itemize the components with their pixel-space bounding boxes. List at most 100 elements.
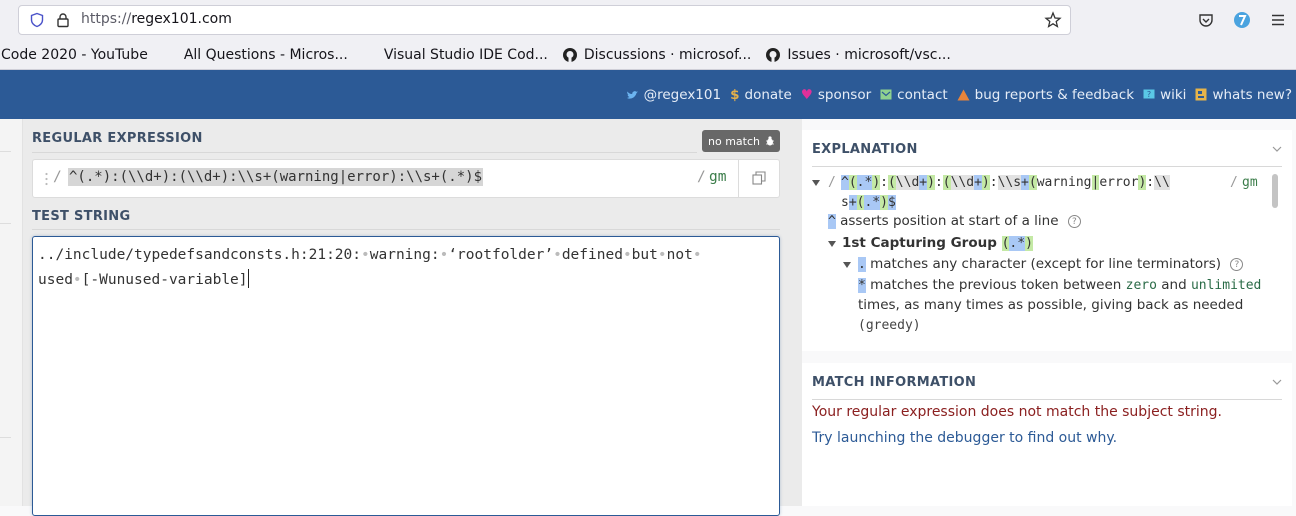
copy-regex-button[interactable] [738, 160, 779, 197]
whitespace-marker: • [72, 272, 82, 288]
left-sidebar [0, 119, 23, 506]
collapse-triangle-icon[interactable] [812, 180, 820, 186]
site-header: @regex101 $ donate ♥ sponsor contact bug… [0, 70, 1296, 119]
divider [32, 229, 780, 230]
lock-icon[interactable] [55, 12, 71, 28]
test-string-token: warning: [369, 247, 440, 263]
regex-close-delimiter: / [697, 169, 706, 185]
bookmark-item[interactable]: All Questions - Micros... [162, 47, 348, 63]
bookmark-label: Code 2020 - YouTube [1, 46, 148, 63]
help-box-icon: ? [1143, 89, 1155, 99]
panel-gap [790, 119, 802, 506]
browser-toolbar: https://regex101.com [0, 0, 1296, 40]
match-information-panel: MATCH INFORMATION Your regular expressio… [802, 363, 1292, 506]
debugger-link[interactable]: Try launching the debugger to find out w… [812, 430, 1117, 446]
microsoft-logo-icon [362, 47, 378, 63]
collapse-triangle-icon[interactable] [828, 241, 836, 247]
explanation-scrollbar[interactable] [1272, 174, 1278, 208]
whitespace-marker: • [622, 247, 632, 263]
explanation-text: times, as many times as possible, giving… [858, 297, 1244, 313]
explanation-text: matches any character (except for line t… [870, 256, 1222, 272]
explanation-item-dot: . matches any character (except for line… [858, 256, 1244, 272]
heart-icon: ♥ [800, 86, 813, 103]
sidebar-divider [0, 151, 11, 152]
explanation-open-delimiter: / [828, 175, 836, 190]
help-circle-icon[interactable]: ? [1230, 258, 1244, 271]
chevron-down-icon[interactable] [1272, 377, 1282, 387]
test-string-token: but [631, 247, 658, 263]
divider [812, 399, 1282, 400]
pocket-icon[interactable] [1197, 11, 1215, 29]
twitter-icon [626, 90, 638, 99]
nav-wiki[interactable]: ? wiki [1143, 87, 1186, 103]
test-string-token: used [38, 272, 73, 288]
whitespace-marker: • [657, 247, 667, 263]
explanation-regex-line2: s+(.*)$ [841, 195, 896, 210]
svg-text:?: ? [1147, 90, 1151, 99]
chevron-down-icon[interactable] [1272, 144, 1282, 154]
url-text[interactable]: https://regex101.com [81, 11, 232, 27]
match-info-title: MATCH INFORMATION [812, 375, 977, 390]
microsoft-logo-icon [162, 47, 178, 63]
collapse-triangle-icon[interactable] [843, 262, 851, 268]
sidebar-divider [0, 223, 11, 224]
test-string-input[interactable]: ../include/typedefsandconsts.h:21:20: • wa… [32, 236, 780, 516]
bookmark-item[interactable]: Issues · microsoft/vsc... [765, 47, 951, 63]
test-string-token: ../include/typedefsandconsts.h:21:20: [38, 247, 362, 263]
news-icon [1195, 88, 1207, 101]
url-scheme: https:// [81, 11, 132, 27]
test-string-token: [-Wunused-variable] [81, 272, 248, 288]
drag-handle-icon[interactable] [45, 172, 48, 186]
mail-icon [880, 89, 892, 100]
match-status-badge: no match [702, 130, 780, 152]
extension-icon[interactable] [1233, 11, 1251, 29]
github-icon [766, 47, 781, 62]
regex-input[interactable]: / ^(.*):(\\d+):(\\d+):\\s+(warning|error… [32, 159, 780, 198]
url-bar[interactable]: https://regex101.com [18, 5, 1071, 35]
whitespace-marker: • [553, 247, 562, 263]
help-circle-icon[interactable]: ? [1067, 215, 1081, 228]
keyword-unlimited: unlimited [1190, 278, 1262, 293]
github-icon [562, 47, 577, 62]
regex-open-delimiter: / [53, 169, 62, 185]
bookmark-item[interactable]: Visual Studio IDE Cod... [362, 47, 548, 63]
nav-contact[interactable]: contact [880, 87, 948, 103]
token-star: * [858, 278, 866, 293]
bookmark-star-icon[interactable] [1044, 11, 1062, 29]
bookmark-label: All Questions - Micros... [183, 46, 348, 63]
nav-label: bug reports & feedback [974, 86, 1135, 103]
bookmark-item[interactable]: Code 2020 - YouTube [1, 47, 148, 63]
explanation-regex-line1: ^(.*):(\\d+):(\\d+):\\s+(warning|error):… [841, 175, 1170, 190]
nav-label: contact [897, 86, 948, 103]
nav-label: whats new? [1212, 86, 1292, 103]
nav-twitter[interactable]: @regex101 [626, 87, 721, 103]
nav-whats-new[interactable]: whats new? [1195, 87, 1292, 103]
regex-section-label: REGULAR EXPRESSION [32, 131, 203, 146]
bookmark-label: Visual Studio IDE Cod... [383, 46, 548, 63]
hamburger-menu-icon[interactable] [1269, 11, 1287, 29]
tracking-protection-shield-icon[interactable] [29, 12, 45, 28]
nav-donate[interactable]: $ donate [730, 87, 792, 103]
nav-sponsor[interactable]: ♥ sponsor [801, 87, 871, 103]
explanation-text: and [1161, 277, 1187, 293]
nav-label: sponsor [817, 86, 872, 103]
dollar-icon: $ [730, 86, 740, 103]
keyword-zero: zero [1125, 278, 1157, 293]
test-string-token: not [666, 247, 693, 263]
test-string-text[interactable]: ../include/typedefsandconsts.h:21:20: • wa… [38, 243, 753, 293]
regex-flags[interactable]: gm [709, 169, 726, 185]
divider [812, 166, 1282, 167]
nav-label: @regex101 [643, 86, 722, 103]
nav-label: donate [744, 86, 792, 103]
bookmarks-bar: Code 2020 - YouTube All Questions - Micr… [0, 40, 1296, 70]
explanation-close-delimiter: / [1230, 175, 1238, 190]
regex-pattern[interactable]: ^(.*):(\\d+):(\\d+):\\s+(warning|error):… [68, 168, 484, 186]
url-host: regex101.com [131, 11, 232, 27]
explanation-title: EXPLANATION [812, 142, 918, 157]
sidebar-divider [0, 437, 11, 438]
nav-bug-reports[interactable]: bug reports & feedback [957, 87, 1134, 103]
bookmark-item[interactable]: Discussions · microsof... [562, 47, 751, 63]
copy-icon [752, 171, 766, 185]
group-heading-text: 1st Capturing Group [842, 235, 997, 251]
warning-icon [957, 89, 970, 100]
